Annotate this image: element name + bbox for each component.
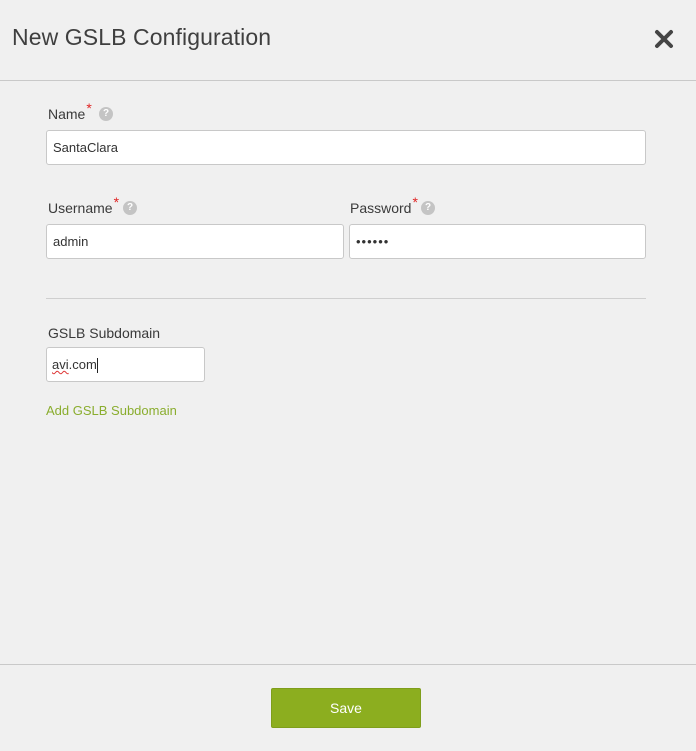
- name-label-text: Name: [48, 106, 86, 122]
- dialog-header: New GSLB Configuration: [0, 0, 696, 81]
- text-cursor: [96, 358, 98, 374]
- section-divider: [46, 298, 646, 299]
- help-icon[interactable]: ?: [123, 201, 137, 215]
- password-label: Password*: [350, 194, 418, 216]
- password-label-text: Password: [350, 200, 412, 216]
- dialog-title: New GSLB Configuration: [12, 24, 272, 50]
- name-input[interactable]: [46, 130, 646, 165]
- help-icon[interactable]: ?: [99, 107, 113, 121]
- save-button[interactable]: Save: [271, 688, 421, 728]
- required-marker: *: [412, 194, 418, 210]
- subdomain-label: GSLB Subdomain: [48, 325, 161, 341]
- required-marker: *: [113, 194, 120, 210]
- subdomain-value-part1: avi: [52, 357, 69, 372]
- username-input[interactable]: [46, 224, 344, 259]
- password-input[interactable]: [349, 224, 646, 259]
- help-icon[interactable]: ?: [421, 201, 435, 215]
- subdomain-value-part2: .com: [68, 357, 97, 372]
- subdomain-input[interactable]: avi.com: [46, 347, 205, 382]
- name-label: Name*: [48, 100, 92, 122]
- gslb-config-dialog: New GSLB Configuration Name* ? Username*…: [0, 0, 696, 751]
- close-icon[interactable]: [652, 27, 676, 51]
- username-label: Username*: [48, 194, 119, 216]
- add-subdomain-link[interactable]: Add GSLB Subdomain: [46, 403, 177, 418]
- username-label-text: Username: [48, 200, 113, 216]
- required-marker: *: [86, 100, 92, 116]
